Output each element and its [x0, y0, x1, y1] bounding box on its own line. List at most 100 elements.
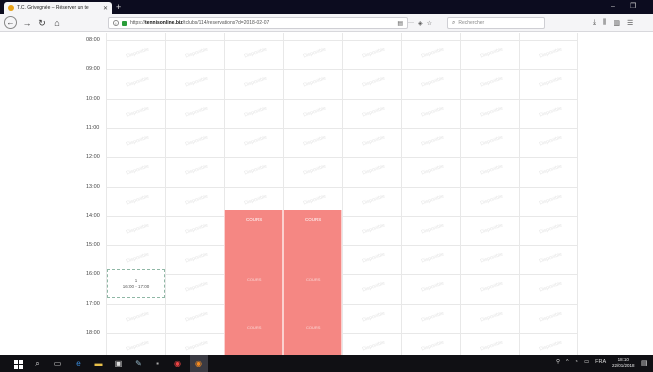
- available-slot[interactable]: Disponible: [480, 281, 504, 294]
- available-slot[interactable]: Disponible: [539, 134, 563, 147]
- available-slot[interactable]: Disponible: [185, 310, 209, 323]
- available-slot[interactable]: Disponible: [539, 193, 563, 206]
- available-slot[interactable]: Disponible: [362, 105, 386, 118]
- available-slot[interactable]: Disponible: [185, 105, 209, 118]
- people-icon[interactable]: ⚲: [556, 359, 560, 365]
- available-slot[interactable]: Disponible: [185, 222, 209, 235]
- available-slot[interactable]: Disponible: [421, 310, 445, 323]
- restore-icon[interactable]: ❐: [630, 1, 636, 13]
- available-slot[interactable]: Disponible: [362, 134, 386, 147]
- available-slot[interactable]: Disponible: [539, 222, 563, 235]
- available-slot[interactable]: Disponible: [185, 252, 209, 265]
- available-slot[interactable]: Disponible: [480, 193, 504, 206]
- available-slot[interactable]: Disponible: [126, 164, 150, 177]
- reader-view-icon[interactable]: ▤: [397, 20, 403, 27]
- network-icon[interactable]: ◔: [575, 359, 578, 365]
- chrome-icon[interactable]: ◉: [173, 359, 182, 368]
- available-slot[interactable]: Disponible: [244, 134, 268, 147]
- available-slot[interactable]: Disponible: [362, 281, 386, 294]
- page-actions-menu-icon[interactable]: ···: [408, 20, 414, 26]
- sidebar-icon[interactable]: ▥: [613, 19, 620, 27]
- available-slot[interactable]: Disponible: [421, 193, 445, 206]
- search-bar[interactable]: ⌕ Rechercher: [447, 17, 545, 29]
- available-slot[interactable]: Disponible: [185, 340, 209, 353]
- new-tab-button[interactable]: +: [116, 1, 121, 13]
- available-slot[interactable]: Disponible: [244, 164, 268, 177]
- library-icon[interactable]: ⫼: [603, 19, 606, 27]
- available-slot[interactable]: Disponible: [421, 164, 445, 177]
- available-slot[interactable]: Disponible: [362, 164, 386, 177]
- cours-block-court-3[interactable]: [224, 210, 283, 355]
- taskbar-clock[interactable]: 18:10 22/01/2018: [612, 357, 635, 369]
- available-slot[interactable]: Disponible: [126, 222, 150, 235]
- available-slot[interactable]: Disponible: [362, 222, 386, 235]
- available-slot[interactable]: Disponible: [480, 222, 504, 235]
- available-slot[interactable]: Disponible: [480, 340, 504, 353]
- available-slot[interactable]: Disponible: [185, 76, 209, 89]
- available-slot[interactable]: Disponible: [421, 76, 445, 89]
- available-slot[interactable]: Disponible: [303, 134, 327, 147]
- pocket-icon[interactable]: ◈: [418, 20, 423, 27]
- available-slot[interactable]: Disponible: [303, 193, 327, 206]
- available-slot[interactable]: Disponible: [539, 340, 563, 353]
- notifications-icon[interactable]: ▤: [641, 359, 648, 367]
- battery-icon[interactable]: ▭: [584, 359, 589, 365]
- available-slot[interactable]: Disponible: [185, 47, 209, 60]
- available-slot[interactable]: Disponible: [126, 47, 150, 60]
- available-slot[interactable]: Disponible: [480, 310, 504, 323]
- available-slot[interactable]: Disponible: [126, 105, 150, 118]
- forward-icon[interactable]: →: [20, 16, 34, 30]
- reload-icon[interactable]: ↻: [35, 16, 49, 30]
- available-slot[interactable]: Disponible: [539, 310, 563, 323]
- available-slot[interactable]: Disponible: [539, 164, 563, 177]
- available-slot[interactable]: Disponible: [185, 193, 209, 206]
- available-slot[interactable]: Disponible: [185, 134, 209, 147]
- available-slot[interactable]: Disponible: [126, 193, 150, 206]
- file-explorer-icon[interactable]: ▬: [94, 359, 103, 368]
- firefox-icon[interactable]: ◉: [194, 359, 203, 368]
- language-indicator[interactable]: FRA: [595, 359, 606, 365]
- store-icon[interactable]: ▣: [114, 359, 123, 368]
- available-slot[interactable]: Disponible: [303, 164, 327, 177]
- available-slot[interactable]: Disponible: [421, 105, 445, 118]
- available-slot[interactable]: Disponible: [303, 76, 327, 89]
- available-slot[interactable]: Disponible: [421, 222, 445, 235]
- reservation-slot[interactable]: 1 16:00 - 17:00: [107, 269, 165, 298]
- available-slot[interactable]: Disponible: [421, 252, 445, 265]
- available-slot[interactable]: Disponible: [303, 47, 327, 60]
- available-slot[interactable]: Disponible: [539, 252, 563, 265]
- available-slot[interactable]: Disponible: [480, 252, 504, 265]
- available-slot[interactable]: Disponible: [126, 252, 150, 265]
- windows-start-icon[interactable]: [13, 359, 23, 369]
- back-icon[interactable]: ←: [4, 16, 17, 29]
- available-slot[interactable]: Disponible: [539, 47, 563, 60]
- search-icon[interactable]: ⌕: [33, 359, 42, 368]
- bookmark-star-icon[interactable]: ☆: [427, 20, 432, 27]
- browser-tab[interactable]: T.C. Grivegnée – Réserver un te ✕: [4, 2, 112, 14]
- available-slot[interactable]: Disponible: [480, 134, 504, 147]
- available-slot[interactable]: Disponible: [421, 340, 445, 353]
- available-slot[interactable]: Disponible: [421, 47, 445, 60]
- task-view-icon[interactable]: ▭: [53, 359, 62, 368]
- available-slot[interactable]: Disponible: [244, 193, 268, 206]
- available-slot[interactable]: Disponible: [480, 164, 504, 177]
- available-slot[interactable]: Disponible: [185, 281, 209, 294]
- url-bar[interactable]: i https://tennisonline.biz/tclubs/114/re…: [108, 17, 408, 29]
- available-slot[interactable]: Disponible: [539, 76, 563, 89]
- available-slot[interactable]: Disponible: [421, 134, 445, 147]
- available-slot[interactable]: Disponible: [362, 252, 386, 265]
- available-slot[interactable]: Disponible: [244, 47, 268, 60]
- available-slot[interactable]: Disponible: [539, 281, 563, 294]
- info-icon[interactable]: i: [113, 20, 119, 26]
- tray-expand-icon[interactable]: ^: [566, 359, 569, 365]
- app-icon[interactable]: ▪: [153, 359, 162, 368]
- available-slot[interactable]: Disponible: [362, 47, 386, 60]
- available-slot[interactable]: Disponible: [126, 340, 150, 353]
- available-slot[interactable]: Disponible: [126, 76, 150, 89]
- edge-icon[interactable]: e: [74, 359, 83, 368]
- minimize-icon[interactable]: –: [611, 1, 615, 13]
- available-slot[interactable]: Disponible: [244, 76, 268, 89]
- available-slot[interactable]: Disponible: [126, 134, 150, 147]
- available-slot[interactable]: Disponible: [126, 310, 150, 323]
- available-slot[interactable]: Disponible: [480, 105, 504, 118]
